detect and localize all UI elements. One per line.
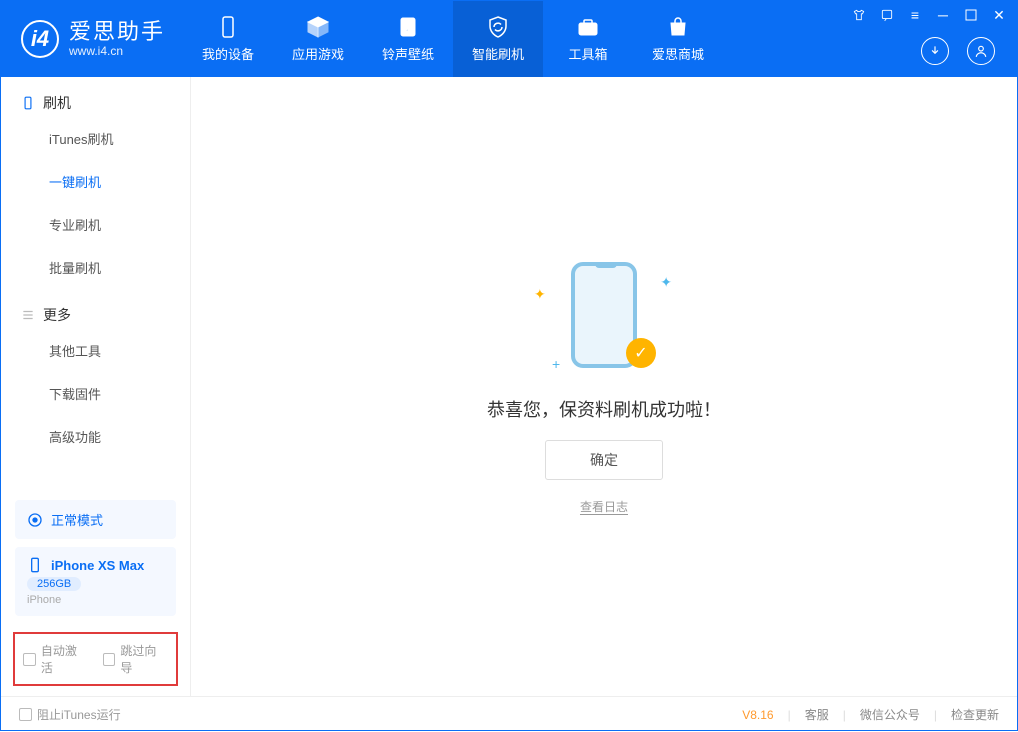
shield-refresh-icon bbox=[486, 15, 510, 39]
brand-logo-icon: i4 bbox=[21, 20, 59, 58]
nav-store[interactable]: 爱思商城 bbox=[633, 1, 723, 77]
sidebar-group-more: 更多 bbox=[1, 289, 190, 329]
sidebar-item-other-tools[interactable]: 其他工具 bbox=[1, 329, 190, 372]
music-file-icon: ♪ bbox=[396, 15, 420, 39]
main-nav: 我的设备 应用游戏 ♪ 铃声壁纸 智能刷机 工具箱 爱思商城 bbox=[183, 1, 723, 77]
device-icon bbox=[216, 15, 240, 39]
svg-text:♪: ♪ bbox=[405, 22, 411, 34]
sidebar-item-advanced[interactable]: 高级功能 bbox=[1, 415, 190, 458]
bag-icon bbox=[666, 15, 690, 39]
minimize-icon[interactable]: ─ bbox=[935, 7, 951, 23]
toolbox-icon bbox=[576, 15, 600, 39]
nav-smart-flash[interactable]: 智能刷机 bbox=[453, 1, 543, 77]
version-label: V8.16 bbox=[742, 708, 773, 722]
device-box[interactable]: iPhone XS Max 256GB iPhone bbox=[15, 547, 176, 616]
nav-label: 应用游戏 bbox=[292, 44, 344, 63]
sidebar-item-pro-flash[interactable]: 专业刷机 bbox=[1, 203, 190, 246]
brand-url: www.i4.cn bbox=[69, 45, 165, 59]
sparkle-icon: ✦ bbox=[660, 274, 672, 291]
profile-button[interactable] bbox=[967, 37, 995, 65]
close-icon[interactable]: ✕ bbox=[991, 7, 1007, 23]
device-name: iPhone XS Max bbox=[51, 558, 144, 573]
cube-icon bbox=[306, 15, 330, 39]
check-badge-icon: ✓ bbox=[626, 338, 656, 368]
options-highlight-box: 自动激活 跳过向导 bbox=[13, 632, 178, 686]
view-log-link[interactable]: 查看日志 bbox=[580, 498, 628, 515]
nav-label: 爱思商城 bbox=[652, 44, 704, 63]
sparkle-icon: + bbox=[552, 356, 560, 372]
phone-icon bbox=[21, 96, 35, 110]
feedback-icon[interactable] bbox=[879, 7, 895, 23]
nav-label: 我的设备 bbox=[202, 44, 254, 63]
window-controls: ≡ ─ ✕ bbox=[851, 7, 1007, 23]
nav-label: 铃声壁纸 bbox=[382, 44, 434, 63]
menu-icon[interactable]: ≡ bbox=[907, 7, 923, 23]
wechat-link[interactable]: 微信公众号 bbox=[860, 706, 920, 723]
nav-label: 工具箱 bbox=[569, 44, 608, 63]
nav-ringtone-wallpaper[interactable]: ♪ 铃声壁纸 bbox=[363, 1, 453, 77]
mode-icon bbox=[27, 512, 43, 528]
device-icon bbox=[27, 557, 43, 573]
brand-name: 爱思助手 bbox=[69, 19, 165, 44]
sparkle-icon: ✦ bbox=[534, 286, 546, 303]
device-capacity: 256GB bbox=[27, 577, 81, 591]
support-link[interactable]: 客服 bbox=[805, 706, 829, 723]
check-update-link[interactable]: 检查更新 bbox=[951, 706, 999, 723]
sidebar-item-itunes-flash[interactable]: iTunes刷机 bbox=[1, 117, 190, 160]
sidebar-group-flash: 刷机 bbox=[1, 77, 190, 117]
status-bar: 阻止iTunes运行 V8.16 | 客服 | 微信公众号 | 检查更新 bbox=[1, 696, 1017, 732]
checkbox-skip-guide[interactable]: 跳过向导 bbox=[103, 642, 169, 676]
content-area: ✦ ✦ + ✓ 恭喜您，保资料刷机成功啦！ 确定 查看日志 bbox=[191, 77, 1017, 696]
brand: i4 爱思助手 www.i4.cn bbox=[1, 1, 183, 77]
download-button[interactable] bbox=[921, 37, 949, 65]
nav-apps-games[interactable]: 应用游戏 bbox=[273, 1, 363, 77]
sidebar: 刷机 iTunes刷机 一键刷机 专业刷机 批量刷机 更多 其他工具 下载固件 … bbox=[1, 77, 191, 696]
tshirt-icon[interactable] bbox=[851, 7, 867, 23]
success-message: 恭喜您，保资料刷机成功啦！ bbox=[487, 396, 721, 422]
success-illustration: ✦ ✦ + ✓ bbox=[544, 258, 664, 378]
sidebar-item-batch-flash[interactable]: 批量刷机 bbox=[1, 246, 190, 289]
user-controls bbox=[921, 37, 995, 65]
list-icon bbox=[21, 308, 35, 322]
device-type: iPhone bbox=[27, 594, 164, 606]
checkbox-block-itunes[interactable]: 阻止iTunes运行 bbox=[19, 706, 121, 723]
mode-label: 正常模式 bbox=[51, 510, 103, 529]
nav-toolbox[interactable]: 工具箱 bbox=[543, 1, 633, 77]
mode-box[interactable]: 正常模式 bbox=[15, 500, 176, 539]
nav-my-device[interactable]: 我的设备 bbox=[183, 1, 273, 77]
sidebar-item-download-firmware[interactable]: 下载固件 bbox=[1, 372, 190, 415]
title-bar: i4 爱思助手 www.i4.cn 我的设备 应用游戏 ♪ 铃声壁纸 智能刷机 … bbox=[1, 1, 1017, 77]
checkbox-auto-activate[interactable]: 自动激活 bbox=[23, 642, 89, 676]
nav-label: 智能刷机 bbox=[472, 44, 524, 63]
maximize-icon[interactable] bbox=[963, 7, 979, 23]
ok-button[interactable]: 确定 bbox=[545, 440, 663, 480]
sidebar-item-oneclick-flash[interactable]: 一键刷机 bbox=[1, 160, 190, 203]
